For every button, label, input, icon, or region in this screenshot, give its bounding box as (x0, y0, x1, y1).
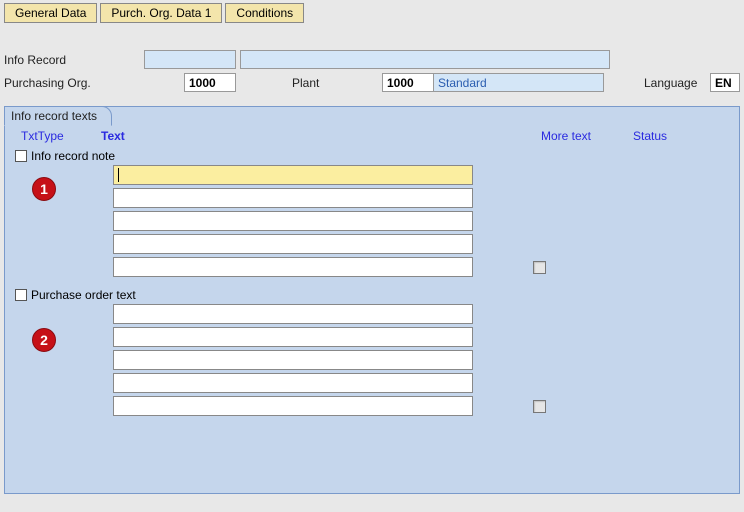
marker-1-icon: 1 (32, 177, 56, 201)
tab-purch-org-data[interactable]: Purch. Org. Data 1 (100, 3, 222, 23)
language-field[interactable]: EN (710, 73, 740, 92)
header-fields: Info Record Purchasing Org. 1000 Plant 1… (0, 26, 744, 106)
info-note-line-5[interactable] (113, 257, 473, 277)
info-note-line-1[interactable] (113, 165, 473, 185)
column-headers: TxtType Text More text Status (15, 129, 729, 143)
info-record-note-label: Info record note (31, 149, 115, 163)
col-txttype: TxtType (21, 129, 101, 143)
panel-tab[interactable]: Info record texts (4, 106, 112, 126)
info-record-desc[interactable] (240, 50, 610, 69)
tab-toolbar: General Data Purch. Org. Data 1 Conditio… (0, 0, 744, 26)
plant-label: Plant (292, 76, 382, 90)
info-record-texts-panel: Info record texts TxtType Text More text… (4, 106, 740, 494)
col-text: Text (101, 129, 541, 143)
col-status: Status (633, 129, 667, 143)
info-note-line-2[interactable] (113, 188, 473, 208)
plant-field[interactable]: 1000 (382, 73, 434, 92)
purchase-order-text-checkbox[interactable] (15, 289, 27, 301)
po-text-line-1[interactable] (113, 304, 473, 324)
purchase-order-text-label: Purchase order text (31, 288, 136, 302)
po-text-line-3[interactable] (113, 350, 473, 370)
info-record-label: Info Record (4, 53, 144, 67)
info-record-note-checkbox[interactable] (15, 150, 27, 162)
info-note-line-4[interactable] (113, 234, 473, 254)
col-moretext: More text (541, 129, 633, 143)
po-text-line-2[interactable] (113, 327, 473, 347)
section-purchase-order-text: Purchase order text (15, 288, 729, 302)
info-record-field[interactable] (144, 50, 236, 69)
po-text-line-5[interactable] (113, 396, 473, 416)
marker-2-icon: 2 (32, 328, 56, 352)
purch-org-field[interactable]: 1000 (184, 73, 236, 92)
tab-general-data[interactable]: General Data (4, 3, 97, 23)
tab-conditions[interactable]: Conditions (225, 3, 304, 23)
purch-org-label: Purchasing Org. (4, 76, 144, 90)
plant-desc: Standard (434, 73, 604, 92)
more-text-check-1[interactable] (533, 261, 546, 274)
po-text-line-4[interactable] (113, 373, 473, 393)
language-label: Language (644, 76, 710, 90)
section-info-record-note: Info record note (15, 149, 729, 163)
info-note-line-3[interactable] (113, 211, 473, 231)
more-text-check-2[interactable] (533, 400, 546, 413)
